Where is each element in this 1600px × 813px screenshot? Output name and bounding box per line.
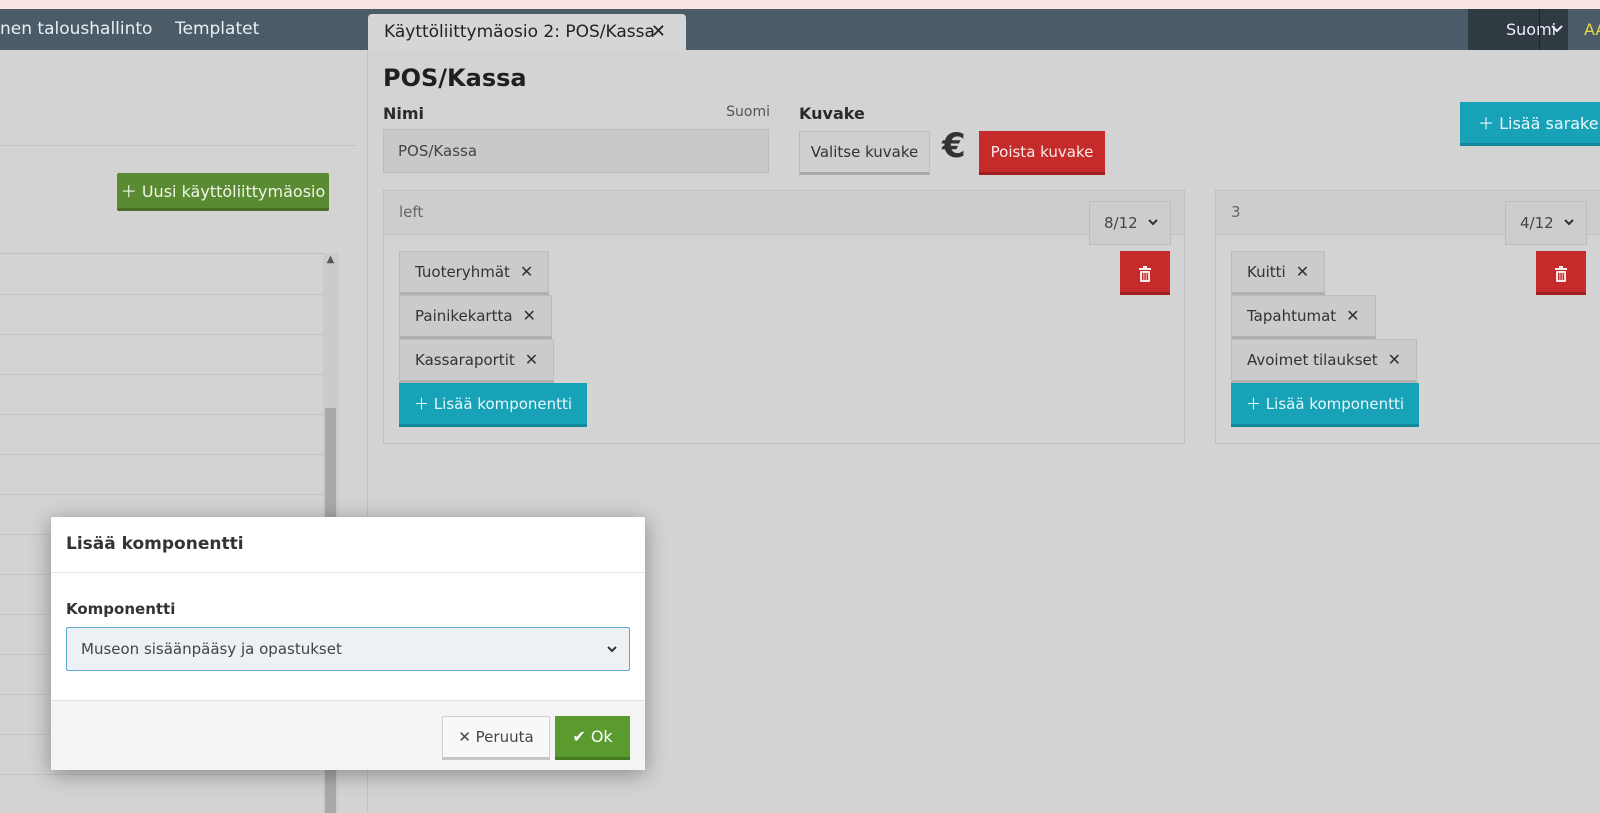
column-width-value: 8/12: [1104, 214, 1138, 232]
name-language: Suomi: [726, 104, 770, 120]
name-input[interactable]: POS/Kassa: [383, 129, 769, 173]
ok-label: Ok: [590, 727, 613, 746]
component-select-value: Museon sisäänpääsy ja opastukset: [81, 640, 342, 658]
component-chip[interactable]: Avoimet tilaukset ✕: [1231, 339, 1418, 383]
list-item[interactable]: [0, 294, 323, 295]
plus-icon: ＋: [120, 182, 137, 201]
language-label: Suomi: [1506, 20, 1557, 39]
add-component-modal: Lisää komponentti Komponentti Museon sis…: [51, 517, 645, 770]
name-label: Nimi: [383, 104, 425, 123]
modal-header: Lisää komponentti: [51, 517, 645, 573]
close-icon[interactable]: ✕: [651, 14, 666, 50]
list-item[interactable]: [0, 374, 323, 375]
component-chip[interactable]: Kuitti ✕: [1231, 251, 1326, 295]
component-label: Tapahtumat: [1247, 307, 1337, 325]
check-icon: ✔: [572, 727, 586, 746]
column-3: 3 4/12 Kuitti ✕ Tapahtumat ✕ Avoimet tilau…: [1215, 190, 1600, 444]
column-name: 3: [1231, 203, 1241, 221]
tab-label: Käyttöliittymäosio 2: POS/Kassa: [384, 22, 655, 42]
language-divider: [1539, 9, 1540, 50]
close-icon[interactable]: ✕: [1388, 350, 1401, 369]
trash-icon: [1555, 265, 1567, 282]
close-icon[interactable]: ✕: [523, 306, 536, 325]
component-select[interactable]: Museon sisäänpääsy ja opastukset: [66, 627, 630, 671]
delete-column-button[interactable]: [1536, 251, 1586, 295]
column-width-select[interactable]: 4/12: [1505, 201, 1587, 245]
new-ui-section-label: Uusi käyttöliittymäosio: [141, 182, 326, 201]
remove-icon-button[interactable]: Poista kuvake: [979, 131, 1105, 175]
left-panel-divider: [0, 145, 357, 146]
component-label: Kuitti: [1247, 263, 1286, 281]
close-icon: ✕: [458, 728, 471, 746]
list-item[interactable]: [0, 774, 323, 775]
column-width-value: 4/12: [1520, 214, 1554, 232]
scroll-up-arrow-icon[interactable]: ▲: [323, 254, 338, 270]
plus-icon: ＋: [1246, 395, 1262, 413]
chevron-down-icon: [607, 628, 617, 670]
add-column-button[interactable]: ＋ Lisää sarake: [1460, 102, 1600, 146]
plus-icon: ＋: [1478, 114, 1495, 133]
column-width-select[interactable]: 8/12: [1089, 201, 1171, 245]
column-header: left: [384, 191, 1184, 235]
component-chip[interactable]: Kassaraportit ✕: [399, 339, 555, 383]
add-component-button[interactable]: ＋ Lisää komponentti: [1231, 383, 1420, 427]
modal-title: Lisää komponentti: [66, 534, 244, 554]
chevron-down-icon: [1564, 202, 1574, 244]
list-item[interactable]: [0, 414, 323, 415]
close-icon[interactable]: ✕: [1346, 306, 1359, 325]
component-label: Avoimet tilaukset: [1247, 351, 1378, 369]
column-left: left 8/12 Tuoteryhmät ✕ Painikekartta ✕ Ka…: [383, 190, 1185, 444]
component-label: Tuoteryhmät: [415, 263, 510, 281]
euro-icon: €: [942, 126, 966, 166]
chevron-down-icon: [1148, 202, 1158, 244]
close-icon[interactable]: ✕: [1296, 262, 1309, 281]
delete-column-button[interactable]: [1120, 251, 1170, 295]
component-field-label: Komponentti: [66, 600, 176, 618]
component-label: Painikekartta: [415, 307, 513, 325]
cancel-button[interactable]: ✕ Peruuta: [442, 716, 550, 760]
list-item[interactable]: [0, 494, 323, 495]
ok-button[interactable]: ✔ Ok: [555, 716, 630, 760]
close-icon[interactable]: ✕: [525, 350, 538, 369]
trash-icon: [1139, 265, 1151, 282]
close-icon[interactable]: ✕: [520, 262, 533, 281]
nav-right-text[interactable]: AA: [1584, 9, 1600, 50]
top-strip: [0, 0, 1600, 9]
component-chip[interactable]: Painikekartta ✕: [399, 295, 552, 339]
modal-footer: ✕ Peruuta ✔ Ok: [51, 700, 645, 770]
add-column-label: Lisää sarake: [1499, 114, 1599, 133]
chevron-down-icon[interactable]: [1551, 9, 1563, 50]
choose-icon-button[interactable]: Valitse kuvake: [799, 131, 930, 175]
list-item[interactable]: [0, 454, 323, 455]
list-item[interactable]: [0, 334, 323, 335]
cancel-label: Peruuta: [475, 728, 534, 746]
page-title: POS/Kassa: [383, 64, 527, 92]
new-ui-section-button[interactable]: ＋ Uusi käyttöliittymäosio: [117, 173, 329, 211]
nav-link-finance[interactable]: nen taloushallinto: [0, 9, 152, 50]
plus-icon: ＋: [414, 395, 430, 413]
nav-link-templates[interactable]: Templatet: [175, 9, 259, 50]
add-component-label: Lisää komponentti: [433, 395, 573, 413]
tab-ui-section[interactable]: Käyttöliittymäosio 2: POS/Kassa ✕: [368, 14, 686, 50]
column-name: left: [399, 203, 424, 221]
component-chip[interactable]: Tuoteryhmät ✕: [399, 251, 550, 295]
add-component-label: Lisää komponentti: [1265, 395, 1405, 413]
icon-label: Kuvake: [799, 104, 865, 123]
add-component-button[interactable]: ＋ Lisää komponentti: [399, 383, 588, 427]
component-label: Kassaraportit: [415, 351, 515, 369]
component-chip[interactable]: Tapahtumat ✕: [1231, 295, 1376, 339]
